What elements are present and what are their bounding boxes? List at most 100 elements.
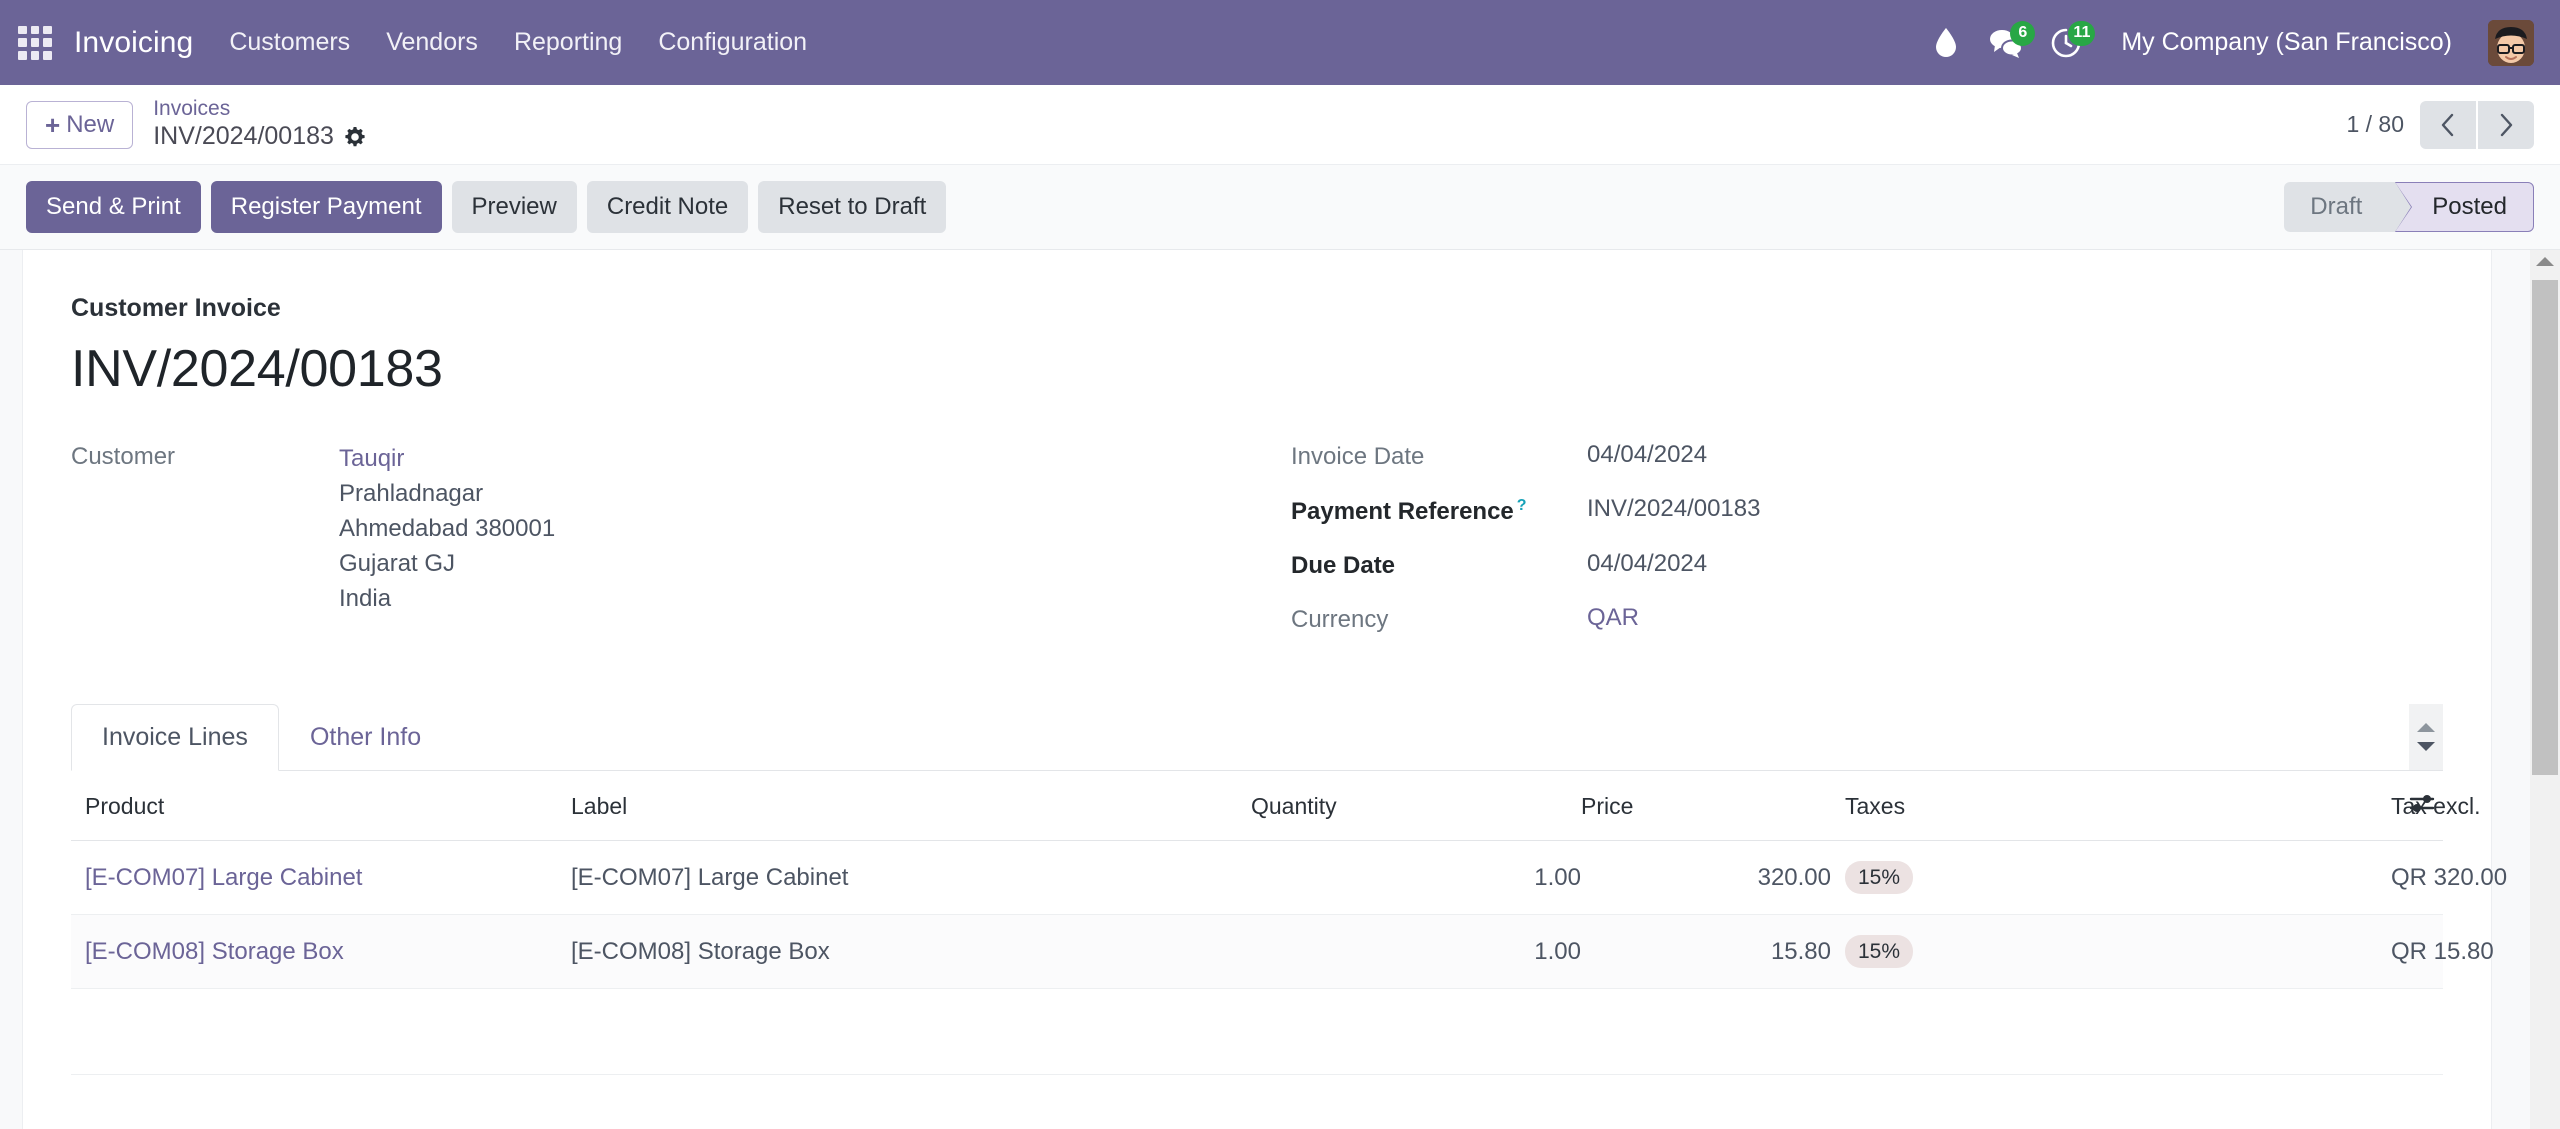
table-header-row: Product Label Quantity Price Taxes Tax e…	[71, 771, 2480, 841]
invoice-lines-header: Product Label Quantity Price Taxes Tax e…	[71, 771, 2480, 841]
empty-line-cell[interactable]	[71, 988, 2443, 1075]
pager-previous-button[interactable]	[2420, 100, 2476, 149]
menu-item-customers[interactable]: Customers	[229, 28, 350, 57]
clock-activity-icon[interactable]: 11	[2047, 20, 2096, 62]
vertical-scrollbar[interactable]	[2530, 250, 2560, 1129]
apps-grid-icon[interactable]	[18, 25, 52, 60]
tax-badge: 15%	[1845, 861, 1914, 894]
cell-label[interactable]: [E-COM08] Storage Box	[571, 914, 1251, 989]
field-currency: Currency QAR	[1291, 604, 2391, 634]
cell-tax-excl[interactable]: QR 320.00	[2391, 840, 2507, 915]
messages-count-badge: 6	[2010, 20, 2036, 46]
tax-badge: 15%	[1845, 935, 1914, 968]
caret-up-icon[interactable]	[2417, 723, 2435, 732]
field-invoice-date: Invoice Date 04/04/2024	[1291, 441, 2391, 471]
scroll-up-arrow[interactable]	[2536, 257, 2554, 266]
field-value-invoice-date[interactable]: 04/04/2024	[1559, 441, 1707, 469]
cell-price[interactable]: 15.80	[1581, 914, 1831, 989]
caret-down-icon[interactable]	[2417, 742, 2435, 751]
new-button-label: New	[66, 110, 115, 138]
cell-taxes[interactable]: 15%	[1831, 840, 2391, 915]
chat-bubbles-icon[interactable]: 6	[1987, 20, 2036, 62]
menu-item-vendors[interactable]: Vendors	[386, 28, 478, 57]
preview-button[interactable]: Preview	[451, 181, 577, 233]
empty-line-row[interactable]	[71, 988, 2443, 1075]
column-header-label[interactable]: Label	[571, 771, 1251, 841]
record-sheet: Customer Invoice INV/2024/00183 Customer…	[22, 250, 2507, 1129]
top-navbar: Invoicing Customers Vendors Reporting Co…	[0, 0, 2560, 85]
field-label-customer: Customer	[71, 443, 176, 470]
address-line-state: Gujarat GJ	[339, 550, 456, 578]
field-value-payment-reference[interactable]: INV/2024/00183	[1559, 495, 1760, 523]
scrollbar-thumb[interactable]	[2532, 280, 2558, 775]
field-label-payment-reference: Payment Reference?	[1291, 497, 1527, 525]
app-brand-invoicing[interactable]: Invoicing	[74, 26, 193, 60]
tab-other-info[interactable]: Other Info	[279, 704, 452, 771]
notebook-tab-bar: Invoice Lines Other Info	[71, 704, 2443, 771]
new-record-button[interactable]: + New	[26, 100, 134, 149]
form-right-column: Invoice Date 04/04/2024 Payment Referenc…	[1291, 441, 2391, 652]
document-type-label: Customer Invoice	[71, 294, 281, 322]
status-stage-posted[interactable]: Posted	[2395, 182, 2534, 232]
cell-label[interactable]: [E-COM07] Large Cabinet	[571, 840, 1251, 915]
control-panel: + New Invoices INV/2024/00183 1 / 80	[0, 85, 2560, 165]
cell-price[interactable]: 320.00	[1581, 840, 1831, 915]
reset-to-draft-button[interactable]: Reset to Draft	[758, 181, 947, 233]
field-value-due-date[interactable]: 04/04/2024	[1559, 550, 1707, 578]
invoice-lines-table: Product Label Quantity Price Taxes Tax e…	[71, 771, 2507, 1075]
cell-quantity[interactable]: 1.00	[1251, 840, 1581, 915]
customer-address-block: Tauqir Prahladnagar Ahmedabad 380001 Guj…	[339, 441, 555, 616]
column-header-taxes[interactable]: Taxes	[1831, 771, 2391, 841]
avatar[interactable]	[2488, 19, 2534, 66]
register-payment-button[interactable]: Register Payment	[210, 181, 442, 233]
field-due-date: Due Date 04/04/2024	[1291, 550, 2391, 580]
cell-product[interactable]: [E-COM07] Large Cabinet	[71, 840, 571, 915]
help-tooltip-icon[interactable]: ?	[1517, 497, 1527, 514]
column-header-price[interactable]: Price	[1581, 771, 1831, 841]
address-line-city: Ahmedabad 380001	[339, 515, 556, 543]
customer-name-link[interactable]: Tauqir	[339, 441, 555, 476]
table-row[interactable]: [E-COM07] Large Cabinet [E-COM07] Large …	[71, 840, 2507, 915]
field-label-currency: Currency	[1291, 606, 1389, 633]
form-left-column: Customer Tauqir Prahladnagar Ahmedabad 3…	[71, 441, 1291, 652]
address-line-country: India	[339, 585, 392, 613]
plus-icon: +	[45, 109, 61, 140]
menu-item-configuration[interactable]: Configuration	[658, 28, 807, 57]
column-header-quantity[interactable]: Quantity	[1251, 771, 1581, 841]
field-label-invoice-date: Invoice Date	[1291, 443, 1425, 470]
field-payment-reference: Payment Reference? INV/2024/00183	[1291, 495, 2391, 526]
cell-tax-excl[interactable]: QR 15.80	[2391, 914, 2494, 989]
notebook-scroll-spinner[interactable]	[2409, 704, 2443, 770]
field-value-currency[interactable]: QAR	[1559, 604, 1639, 632]
invoice-lines-body: [E-COM07] Large Cabinet [E-COM07] Large …	[71, 840, 2507, 1075]
statusbar-row: Send & Print Register Payment Preview Cr…	[0, 165, 2560, 250]
address-line-street: Prahladnagar	[339, 480, 484, 508]
company-switcher[interactable]: My Company (San Francisco)	[2121, 28, 2452, 57]
credit-note-button[interactable]: Credit Note	[586, 181, 749, 233]
send-and-print-button[interactable]: Send & Print	[26, 181, 201, 233]
sliders-icon[interactable]	[2409, 791, 2435, 821]
activities-count-badge: 11	[2068, 20, 2096, 46]
gear-icon[interactable]	[344, 126, 366, 148]
status-stages: Draft Posted	[2284, 182, 2534, 232]
breadcrumb-item-invoices[interactable]: Invoices	[153, 97, 366, 122]
form-columns: Customer Tauqir Prahladnagar Ahmedabad 3…	[71, 441, 2443, 652]
form-view-scroll-area: Customer Invoice INV/2024/00183 Customer…	[0, 250, 2560, 1129]
column-header-product[interactable]: Product	[71, 771, 571, 841]
cell-quantity[interactable]: 1.00	[1251, 914, 1581, 989]
cell-taxes[interactable]: 15%	[1831, 914, 2391, 989]
main-menu: Customers Vendors Reporting Configuratio…	[229, 28, 807, 57]
tab-invoice-lines[interactable]: Invoice Lines	[71, 704, 279, 771]
water-drop-icon[interactable]	[1927, 24, 1965, 62]
page-title: INV/2024/00183	[71, 340, 443, 398]
breadcrumb: Invoices INV/2024/00183	[153, 97, 366, 151]
table-row[interactable]: [E-COM08] Storage Box [E-COM08] Storage …	[71, 914, 2494, 989]
pager-counter: 1 / 80	[2346, 111, 2404, 137]
pager-next-button[interactable]	[2478, 100, 2534, 149]
navbar-systray: 6 11 My Company (San Francisco)	[1927, 19, 2534, 66]
cell-product[interactable]: [E-COM08] Storage Box	[71, 914, 571, 989]
menu-item-reporting[interactable]: Reporting	[514, 28, 622, 57]
column-header-tax-excl[interactable]: Tax excl.	[2391, 771, 2480, 841]
status-stage-draft[interactable]: Draft	[2284, 182, 2412, 232]
record-actions: Send & Print Register Payment Preview Cr…	[26, 181, 947, 233]
